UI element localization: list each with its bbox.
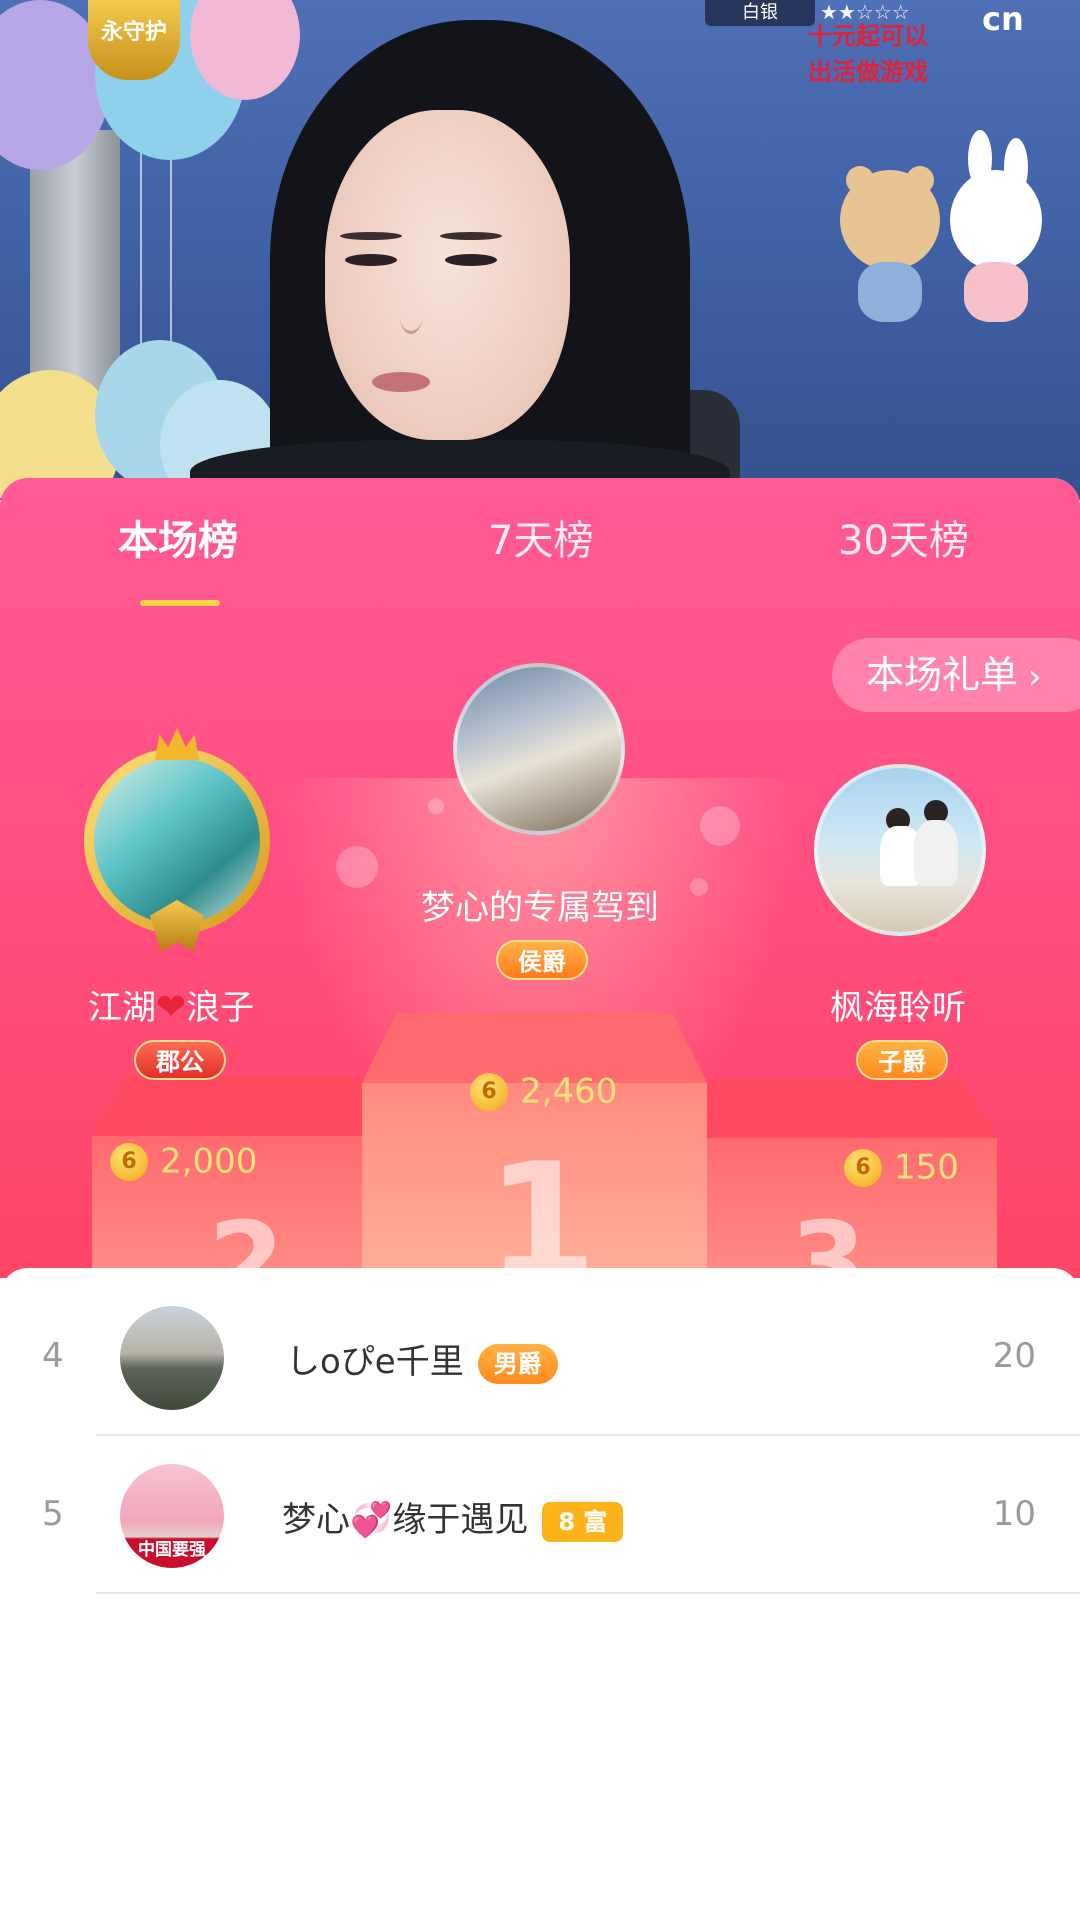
bubble-decoration [336, 846, 378, 888]
rank-2-score: 6 2,000 [110, 1140, 257, 1182]
podium-area: 本场榜 7天榜 30天榜 本场礼单 › 1 2 3 梦心的专属驾到 侯爵 6 2… [0, 478, 1080, 1326]
ranking-screen: 永守护 白银 ★★☆☆☆ cn 十元起可以 出活做游戏 本场榜 7天榜 30天榜 [0, 0, 1080, 1920]
chevron-right-icon: › [1028, 657, 1042, 697]
bear-body [858, 262, 922, 322]
rank-3-name: 枫海聆听 [830, 988, 966, 1028]
rank-2-name-part2: 浪子 [186, 988, 255, 1028]
overlay-text-line2: 出活做游戏 [808, 58, 928, 86]
bubble-decoration [428, 798, 444, 814]
tab-7-days[interactable]: 7天榜 [488, 508, 593, 566]
list-item-score: 20 [992, 1336, 1036, 1376]
lips [372, 372, 430, 392]
rank-3-avatar[interactable] [814, 764, 986, 936]
coin-icon: 6 [110, 1142, 148, 1181]
two-hearts-icon: 💞 [350, 1500, 393, 1540]
guardian-badge[interactable]: 永守护 [88, 0, 180, 80]
coin-icon: 6 [844, 1148, 882, 1187]
list-item-name-part1: 梦心 [282, 1500, 350, 1540]
rank-1-score: 6 2,460 [470, 1070, 617, 1112]
rank-3-score: 6 150 [844, 1146, 959, 1188]
rank-2-name-part1: 江湖 [88, 988, 156, 1028]
rank-1-score-value: 2,460 [520, 1071, 618, 1112]
rank-2-title-badge: 郡公 [134, 1040, 226, 1080]
guardian-badge-label: 永守护 [100, 20, 167, 45]
rank-1-name: 梦心的专属驾到 [421, 888, 659, 928]
rank-1-avatar[interactable] [453, 663, 625, 835]
ranking-tabs: 本场榜 7天榜 30天榜 [0, 508, 1080, 606]
nose [400, 300, 422, 334]
bear-sticker-icon [840, 170, 940, 270]
list-item[interactable]: 5 中国要强 梦心💞缘于遇见 8 富 10 [0, 1436, 1080, 1594]
rank-2-name: 江湖❤浪子 [88, 980, 254, 1029]
crown-icon [155, 728, 199, 760]
list-item-rank: 5 [42, 1494, 64, 1534]
anchor-rank-badge: 白银 [705, 0, 815, 26]
tab-30-days[interactable]: 30天榜 [838, 508, 969, 566]
eyebrow [340, 232, 402, 240]
rank-2-avatar-image [94, 758, 260, 924]
eyebrow [440, 232, 502, 240]
pedestal-3-top [707, 1078, 997, 1138]
heart-icon: ❤ [156, 987, 187, 1028]
wealth-level-badge: 8 富 [542, 1501, 624, 1542]
list-item-name: 梦心💞缘于遇见 8 富 [282, 1492, 624, 1542]
streamer-face [325, 110, 570, 440]
eye [445, 254, 497, 266]
list-item-score: 10 [992, 1494, 1036, 1534]
bunny-body [964, 262, 1028, 322]
list-item-rank: 4 [42, 1336, 64, 1376]
gift-list-label: 本场礼单 [866, 653, 1019, 697]
rank-2-score-value: 2,000 [160, 1141, 258, 1182]
list-item-name-text: しoぴe千里 [286, 1342, 464, 1382]
bubble-decoration [700, 806, 740, 846]
rank-3-title-badge: 子爵 [856, 1040, 948, 1080]
ranking-panel: 本场榜 7天榜 30天榜 本场礼单 › 1 2 3 梦心的专属驾到 侯爵 6 2… [0, 478, 1080, 1920]
overlay-text-line1: 十元起可以 [808, 22, 928, 50]
coin-icon: 6 [470, 1072, 508, 1111]
pedestal-2-top [92, 1076, 362, 1136]
avatar-caption: 中国要强 [138, 1540, 206, 1560]
gift-list-button[interactable]: 本场礼单 › [832, 638, 1080, 712]
list-item-avatar[interactable]: 中国要强 [120, 1464, 224, 1568]
list-item[interactable]: 4 しoぴe千里 男爵 20 [0, 1278, 1080, 1436]
rank-1-title-badge: 侯爵 [496, 940, 588, 980]
avatar-figure [914, 820, 958, 886]
noble-title-badge: 男爵 [477, 1343, 558, 1384]
rank-3-score-value: 150 [894, 1147, 959, 1188]
eye [345, 254, 397, 266]
list-item-name-part2: 缘于遇见 [392, 1500, 529, 1540]
anchor-rank-label: 白银 [742, 2, 778, 23]
ranking-list: 4 しoぴe千里 男爵 20 5 中国要强 梦心💞缘于遇见 8 富 10 [0, 1268, 1080, 1920]
tab-current-session[interactable]: 本场榜 [118, 508, 238, 566]
live-video[interactable]: 永守护 白银 ★★☆☆☆ cn 十元起可以 出活做游戏 [0, 0, 1080, 500]
platform-logo: cn [982, 0, 1024, 38]
divider [96, 1592, 1080, 1594]
list-item-avatar[interactable] [120, 1306, 224, 1410]
bunny-sticker-icon [950, 170, 1042, 270]
active-tab-indicator [140, 600, 220, 606]
list-item-name: しoぴe千里 男爵 [286, 1334, 558, 1384]
